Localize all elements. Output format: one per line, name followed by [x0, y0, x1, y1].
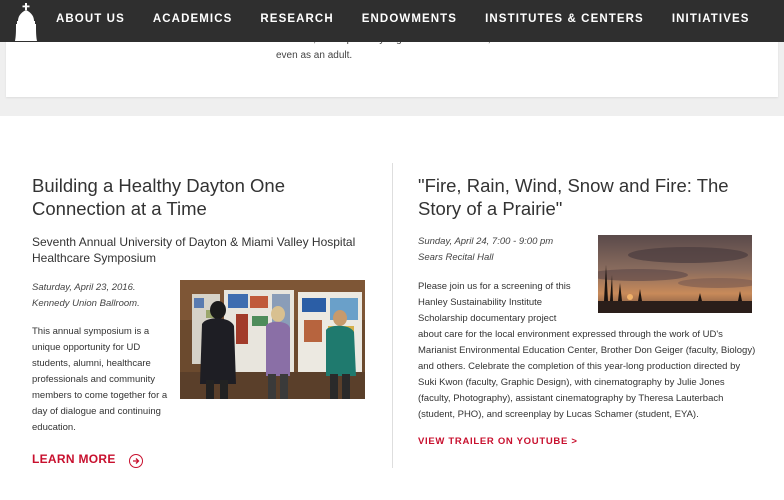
event-location-prairie: Sears Recital Hall [418, 252, 494, 263]
column-divider [392, 163, 393, 468]
main-nav: ABOUT US ACADEMICS RESEARCH ENDOWMENTS I… [56, 0, 778, 38]
event-description-long: about care for the local environment exp… [418, 329, 756, 420]
nav-item-research[interactable]: RESEARCH [260, 13, 333, 25]
previous-article-tail: even as an adult. [276, 50, 353, 61]
nav-item-institutes-centers[interactable]: INSTITUTES & CENTERS [485, 13, 644, 25]
learn-more-link[interactable]: LEARN MORE [32, 452, 143, 468]
view-trailer-link[interactable]: VIEW TRAILER ON YOUTUBE > [418, 436, 578, 447]
nav-item-initiatives[interactable]: INITIATIVES [672, 13, 750, 25]
event-date: Saturday, April 23, 2016. [32, 282, 136, 293]
event-location: Kennedy Union Ballroom. [32, 298, 140, 309]
prairie-sunset-photo [598, 235, 752, 313]
event-subtitle-symposium: Seventh Annual University of Dayton & Mi… [32, 235, 356, 265]
top-navigation-bar: ABOUT US ACADEMICS RESEARCH ENDOWMENTS I… [0, 0, 784, 42]
event-description: This annual symposium is a unique opport… [32, 326, 168, 433]
event-description-short: Please join us for a screening of this H… [418, 281, 571, 324]
event-date-prairie: Sunday, April 24, 7:00 - 9:00 pm [418, 236, 554, 247]
event-title-prairie: "Fire, Rain, Wind, Snow and Fire: The St… [418, 175, 729, 219]
chapel-logo-icon[interactable] [12, 3, 40, 41]
arrow-circle-icon [128, 454, 143, 468]
nav-item-academics[interactable]: ACADEMICS [153, 13, 233, 25]
learn-more-label: LEARN MORE [32, 452, 116, 466]
nav-item-about-us[interactable]: ABOUT US [56, 13, 125, 25]
symposium-photo [180, 280, 365, 399]
previous-article-text: even as an adult. [276, 47, 496, 64]
event-title-healthy-dayton: Building a Healthy Dayton One Connection… [32, 175, 285, 219]
nav-item-endowments[interactable]: ENDOWMENTS [362, 13, 457, 25]
